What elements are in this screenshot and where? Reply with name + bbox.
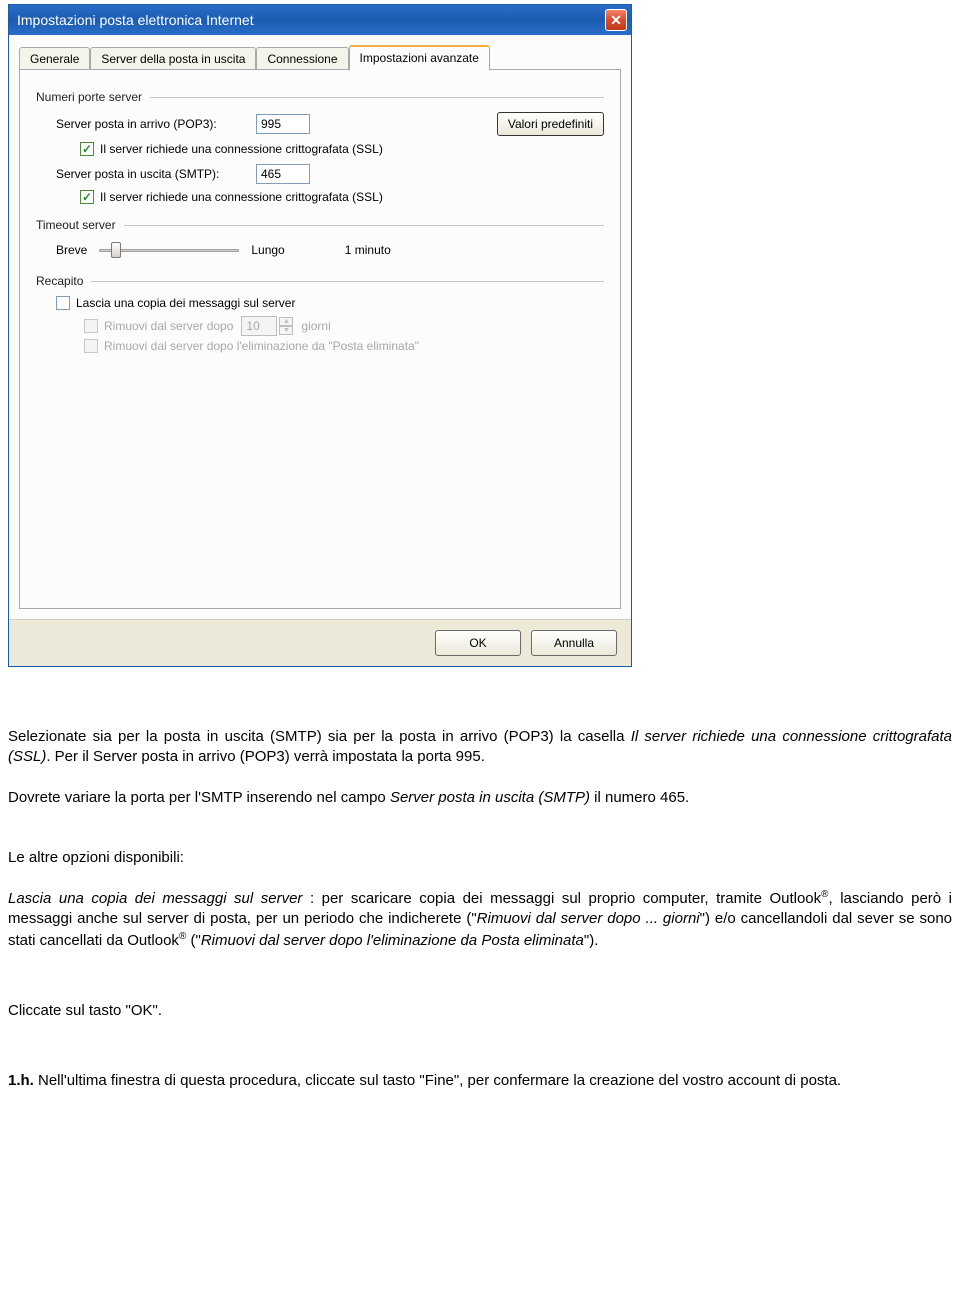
ok-button[interactable]: OK bbox=[435, 630, 521, 656]
remove-after-label: Rimuovi dal server dopo bbox=[104, 319, 233, 333]
pop3-port-input[interactable] bbox=[256, 114, 310, 134]
group-ports-text: Numeri porte server bbox=[36, 90, 142, 104]
remove-after-checkbox bbox=[84, 319, 98, 333]
group-timeout-label: Timeout server bbox=[36, 218, 604, 232]
smtp-port-input[interactable] bbox=[256, 164, 310, 184]
divider bbox=[91, 281, 604, 282]
slider-thumb[interactable] bbox=[111, 242, 121, 258]
timeout-short-label: Breve bbox=[56, 243, 87, 257]
row-pop3: Server posta in arrivo (POP3): Valori pr… bbox=[56, 112, 604, 136]
paragraph-4: Lascia una copia dei messaggi sul server… bbox=[8, 888, 952, 951]
document-text: Selezionate sia per la posta in uscita (… bbox=[8, 727, 952, 1091]
group-ports-label: Numeri porte server bbox=[36, 90, 604, 104]
pop3-label: Server posta in arrivo (POP3): bbox=[56, 117, 256, 131]
button-bar: OK Annulla bbox=[9, 619, 631, 666]
window-body: Generale Server della posta in uscita Co… bbox=[9, 35, 631, 619]
leave-copy-checkbox[interactable] bbox=[56, 296, 70, 310]
close-icon: ✕ bbox=[610, 12, 622, 29]
timeout-value: 1 minuto bbox=[345, 243, 391, 257]
close-button[interactable]: ✕ bbox=[605, 9, 627, 31]
tab-strip: Generale Server della posta in uscita Co… bbox=[19, 45, 621, 70]
remove-after-days-input bbox=[241, 316, 277, 336]
row-ssl-pop3: Il server richiede una connessione critt… bbox=[80, 142, 604, 156]
row-ssl-smtp: Il server richiede una connessione critt… bbox=[80, 190, 604, 204]
leave-copy-label: Lascia una copia dei messaggi sul server bbox=[76, 296, 295, 310]
group-delivery-text: Recapito bbox=[36, 274, 83, 288]
row-smtp: Server posta in uscita (SMTP): bbox=[56, 164, 604, 184]
group-delivery-label: Recapito bbox=[36, 274, 604, 288]
group-timeout-text: Timeout server bbox=[36, 218, 116, 232]
divider bbox=[150, 97, 604, 98]
tab-generale[interactable]: Generale bbox=[19, 47, 90, 70]
paragraph-1: Selezionate sia per la posta in uscita (… bbox=[8, 727, 952, 768]
window-title: Impostazioni posta elettronica Internet bbox=[17, 12, 254, 28]
paragraph-3: Le altre opzioni disponibili: bbox=[8, 848, 952, 868]
spinner-buttons: ▲ ▼ bbox=[279, 317, 293, 335]
spinner-up-icon: ▲ bbox=[279, 317, 293, 326]
tab-server-uscita[interactable]: Server della posta in uscita bbox=[90, 47, 256, 70]
dialog-window: Impostazioni posta elettronica Internet … bbox=[8, 4, 632, 667]
paragraph-2: Dovrete variare la porta per l'SMTP inse… bbox=[8, 788, 952, 808]
paragraph-5: Cliccate sul tasto "OK". bbox=[8, 1001, 952, 1021]
tab-connessione[interactable]: Connessione bbox=[256, 47, 348, 70]
timeout-long-label: Lungo bbox=[251, 243, 284, 257]
titlebar: Impostazioni posta elettronica Internet … bbox=[9, 5, 631, 35]
row-remove-after: Rimuovi dal server dopo ▲ ▼ giorni bbox=[84, 316, 604, 336]
timeout-slider[interactable] bbox=[99, 240, 239, 260]
divider bbox=[124, 225, 604, 226]
spinner-down-icon: ▼ bbox=[279, 326, 293, 335]
cancel-button[interactable]: Annulla bbox=[531, 630, 617, 656]
ssl-smtp-label: Il server richiede una connessione critt… bbox=[100, 190, 383, 204]
row-remove-deleted: Rimuovi dal server dopo l'eliminazione d… bbox=[84, 339, 604, 353]
ssl-pop3-checkbox[interactable] bbox=[80, 142, 94, 156]
defaults-button[interactable]: Valori predefiniti bbox=[497, 112, 604, 136]
row-leave-copy: Lascia una copia dei messaggi sul server bbox=[56, 296, 604, 310]
ssl-pop3-label: Il server richiede una connessione critt… bbox=[100, 142, 383, 156]
smtp-label: Server posta in uscita (SMTP): bbox=[56, 167, 256, 181]
row-timeout: Breve Lungo 1 minuto bbox=[56, 240, 604, 260]
tab-impostazioni-avanzate[interactable]: Impostazioni avanzate bbox=[349, 45, 490, 71]
paragraph-6: 1.h. Nell'ultima finestra di questa proc… bbox=[8, 1071, 952, 1091]
remove-deleted-label: Rimuovi dal server dopo l'eliminazione d… bbox=[104, 339, 419, 353]
remove-after-unit: giorni bbox=[301, 319, 330, 333]
ssl-smtp-checkbox[interactable] bbox=[80, 190, 94, 204]
tab-panel-advanced: Numeri porte server Server posta in arri… bbox=[19, 69, 621, 609]
remove-deleted-checkbox bbox=[84, 339, 98, 353]
